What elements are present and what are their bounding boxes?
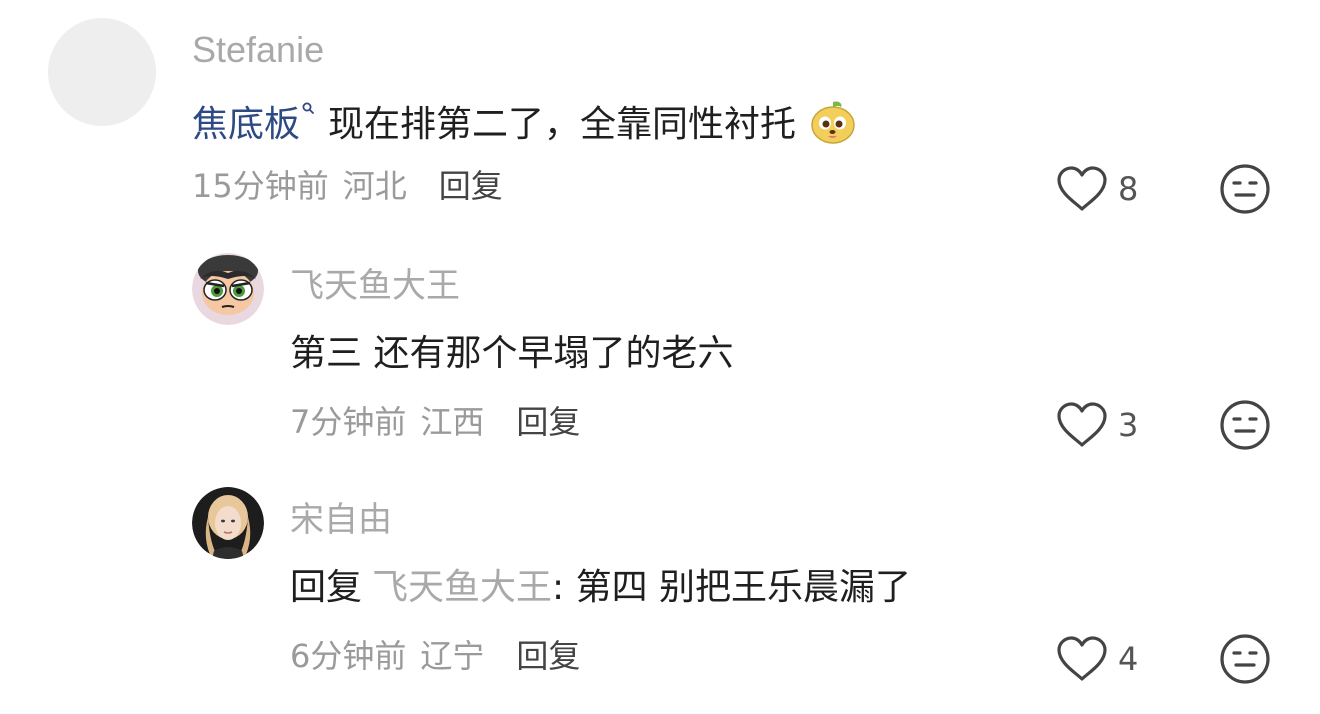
reply-meta: 7分钟前 江西 回复 <box>290 402 580 442</box>
like-count: 4 <box>1118 640 1139 678</box>
reply-time: 6分钟前 <box>290 637 407 675</box>
reply-text: : 第四 别把王乐晨漏了 <box>552 567 912 608</box>
heart-icon <box>1057 402 1107 447</box>
reply-location: 辽宁 <box>420 637 485 675</box>
reply-target-link[interactable]: 飞天鱼大王 <box>372 567 552 608</box>
reply-location: 江西 <box>420 403 485 441</box>
comment-text: 现在排第二了，全靠同性衬托 <box>328 104 797 145</box>
reply-content: 回复 飞天鱼大王: 第四 别把王乐晨漏了 <box>290 566 911 610</box>
heart-icon <box>1057 636 1107 681</box>
comment-content: 焦底板 现在排第二了，全靠同性衬托 <box>192 98 857 147</box>
reply-meta: 6分钟前 辽宁 回复 <box>290 636 580 676</box>
reply-time: 7分钟前 <box>290 403 407 441</box>
reply-content: 第三 还有那个早塌了的老六 <box>290 333 734 374</box>
search-link[interactable]: 焦底板 <box>192 104 300 145</box>
neutral-face-icon[interactable] <box>1219 633 1271 685</box>
reply-button[interactable]: 回复 <box>439 167 503 205</box>
comment-time: 15分钟前 <box>192 167 329 205</box>
like-button[interactable]: 4 <box>1056 636 1138 682</box>
heart-icon <box>1057 166 1107 211</box>
comment-location: 河北 <box>342 167 407 205</box>
comment-username[interactable]: Stefanie <box>192 30 324 70</box>
neutral-face-icon[interactable] <box>1219 163 1271 215</box>
reply-button[interactable]: 回复 <box>516 637 580 675</box>
like-count: 8 <box>1118 170 1139 208</box>
like-button[interactable]: 8 <box>1056 166 1138 212</box>
neutral-face-icon[interactable] <box>1219 399 1271 451</box>
avatar[interactable] <box>48 18 156 126</box>
search-icon <box>302 102 314 114</box>
avatar[interactable] <box>192 487 264 559</box>
reply-prefix: 回复 <box>290 567 363 608</box>
reply-username[interactable]: 飞天鱼大王 <box>290 266 460 306</box>
like-button[interactable]: 3 <box>1056 402 1138 448</box>
like-count: 3 <box>1118 406 1139 444</box>
avatar[interactable] <box>192 253 264 325</box>
puppy-emoji-icon <box>811 101 856 144</box>
reply-username[interactable]: 宋自由 <box>290 500 392 540</box>
comment-meta: 15分钟前 河北 回复 <box>192 166 503 206</box>
reply-button[interactable]: 回复 <box>516 403 580 441</box>
